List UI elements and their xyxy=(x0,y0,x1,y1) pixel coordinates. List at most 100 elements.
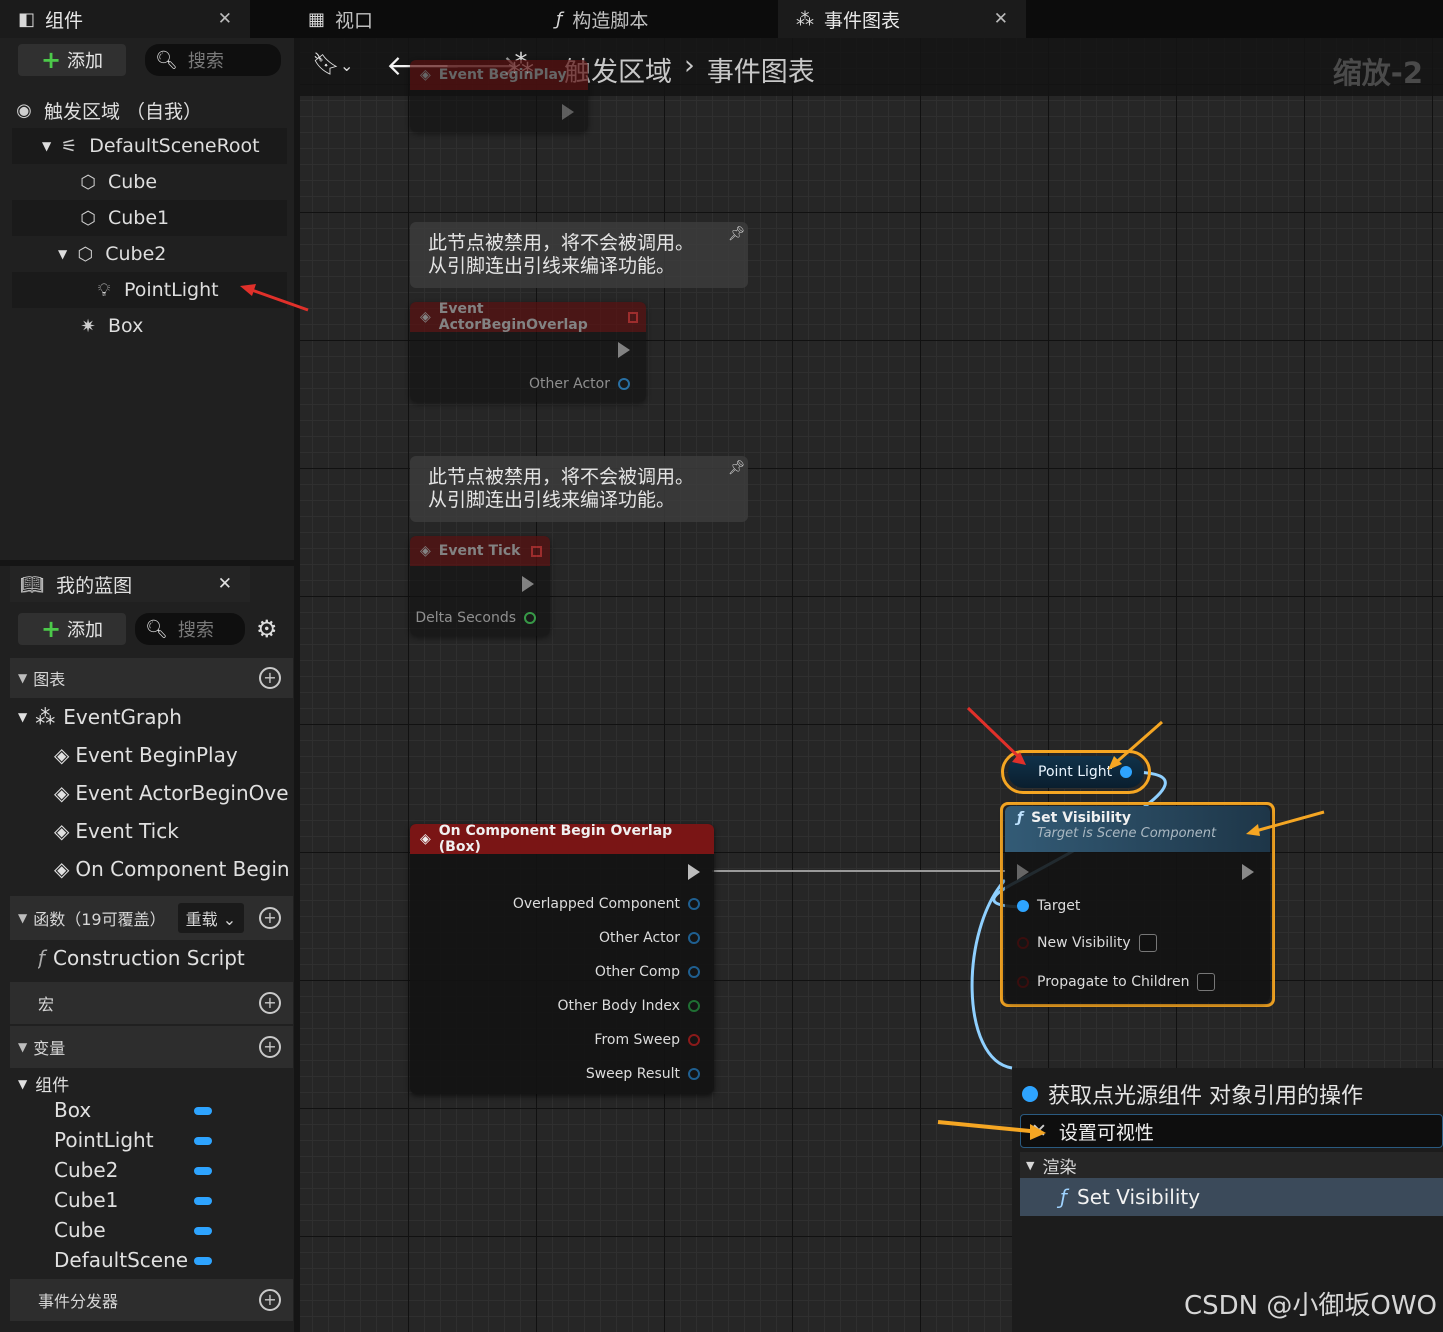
close-icon[interactable]: ✕ xyxy=(994,9,1008,29)
category-rendering[interactable]: ▼ 渲染 xyxy=(1020,1152,1443,1178)
node-on-component-begin-overlap[interactable]: ◈ On Component Begin Overlap (Box) Overla… xyxy=(410,823,714,1094)
action-search-input[interactable]: ✕ 设置可视性 xyxy=(1020,1114,1443,1148)
variable-item[interactable]: Cube xyxy=(54,1218,189,1242)
section-variables[interactable]: ▼ 变量 + xyxy=(10,1026,293,1068)
add-macro-icon[interactable]: + xyxy=(259,992,281,1014)
bookmark-icon[interactable]: 🔖︎ xyxy=(312,52,340,77)
breadcrumb: 触发区域 › 事件图表 xyxy=(564,50,815,89)
override-dropdown[interactable]: 重载 ⌄ xyxy=(177,903,245,933)
variables-components-group[interactable]: ▼ 组件 xyxy=(18,1071,69,1096)
node-set-visibility[interactable]: ƒ Set Visibility Target is Scene Componen… xyxy=(1005,806,1270,1002)
event-diamond-icon: ◈ xyxy=(54,743,70,767)
chevron-down-icon[interactable]: ⌄ xyxy=(340,56,353,75)
breadcrumb-leaf[interactable]: 事件图表 xyxy=(707,50,815,89)
variable-item[interactable]: Box xyxy=(54,1098,189,1122)
bool-pin[interactable] xyxy=(688,1034,700,1046)
close-icon[interactable]: ✕ xyxy=(218,574,232,594)
struct-pin[interactable] xyxy=(688,1068,700,1080)
exec-in-pin[interactable] xyxy=(1017,864,1029,880)
tab-construction-script[interactable]: ƒ 构造脚本 xyxy=(538,0,758,38)
construction-script-item[interactable]: ƒ Construction Script xyxy=(38,946,245,970)
tree-item-cube2[interactable]: ▼ ⬡ Cube2 xyxy=(12,236,287,272)
variable-item[interactable]: DefaultSceneR xyxy=(54,1248,189,1272)
new-visibility-checkbox[interactable] xyxy=(1138,934,1157,952)
exec-out-pin[interactable] xyxy=(562,104,574,120)
exec-out-pin[interactable] xyxy=(522,576,534,592)
add-function-icon[interactable]: + xyxy=(259,907,281,929)
chevron-down-icon: ⌄ xyxy=(222,910,237,929)
event-item-component-begin-overlap[interactable]: ◈ On Component Begin O xyxy=(54,857,290,881)
variable-item[interactable]: PointLight xyxy=(54,1128,189,1152)
add-blueprint-item-button[interactable]: + 添加 xyxy=(18,613,126,645)
event-item-tick[interactable]: ◈ Event Tick xyxy=(54,819,290,843)
object-reference-pill-icon xyxy=(194,1167,212,1175)
cube-icon: ⬡ xyxy=(80,171,96,193)
object-pin[interactable] xyxy=(688,932,700,944)
book-icon: 📖︎ xyxy=(20,573,45,596)
settings-gear-icon[interactable]: ⚙ xyxy=(256,615,278,643)
node-event-tick[interactable]: ◈ Event Tick Delta Seconds xyxy=(410,536,550,636)
pin-icon[interactable]: 📌︎ xyxy=(728,226,746,242)
blueprint-search-input[interactable]: 🔍︎ 搜索 xyxy=(135,613,245,645)
variable-item[interactable]: Cube1 xyxy=(54,1188,189,1212)
propagate-checkbox[interactable] xyxy=(1197,973,1216,991)
section-functions[interactable]: ▼ 函数（19可覆盖） 重载 ⌄ + xyxy=(10,896,293,940)
close-icon[interactable]: ✕ xyxy=(218,9,232,29)
my-blueprint-tab[interactable]: 📖︎ 我的蓝图 ✕ xyxy=(10,566,250,602)
tab-viewport[interactable]: ▦ 视口 xyxy=(290,0,490,38)
node-point-light-getter[interactable]: Point Light xyxy=(1008,756,1144,788)
float-pin[interactable] xyxy=(524,612,536,624)
tree-item-pointlight[interactable]: 💡︎ PointLight xyxy=(12,272,287,308)
node-event-actorbeginoverlap[interactable]: ◈ Event ActorBeginOverlap Other Actor xyxy=(410,301,646,402)
tree-item-cube[interactable]: ⬡ Cube xyxy=(12,164,287,200)
add-dispatcher-icon[interactable]: + xyxy=(259,1289,281,1311)
components-search-input[interactable]: 🔍︎ 搜索 xyxy=(145,44,281,76)
object-out-pin[interactable] xyxy=(1120,766,1133,778)
disabled-comment: 此节点被禁用，将不会被调用。 从引脚连出引线来编译功能。 xyxy=(410,222,748,288)
tree-root-self[interactable]: ◉ 触发区域 （自我） xyxy=(12,92,287,128)
section-macros[interactable]: 宏 + xyxy=(10,982,293,1024)
add-variable-icon[interactable]: + xyxy=(259,1036,281,1058)
tab-event-graph[interactable]: ⁂ 事件图表 ✕ xyxy=(778,0,1026,38)
delegate-pin-icon[interactable] xyxy=(531,545,542,557)
target-pin[interactable] xyxy=(1017,900,1029,912)
action-result-set-visibility[interactable]: ƒ Set Visibility xyxy=(1020,1178,1443,1216)
section-event-dispatchers[interactable]: 事件分发器 + xyxy=(10,1279,293,1321)
tree-item-box[interactable]: ✷ Box xyxy=(12,308,287,344)
components-panel: + 添加 🔍︎ 搜索 ◉ 触发区域 （自我） ▼ ⚟ DefaultSceneR… xyxy=(0,38,294,560)
tree-item-defaultsceneroot[interactable]: ▼ ⚟ DefaultSceneRoot xyxy=(12,128,287,164)
event-item-beginplay[interactable]: ◈ Event BeginPlay xyxy=(54,743,290,767)
object-pin[interactable] xyxy=(688,898,700,910)
tree-item-cube1[interactable]: ⬡ Cube1 xyxy=(12,200,287,236)
object-pin[interactable] xyxy=(688,966,700,978)
watermark: CSDN @小御坂OWO xyxy=(1183,1291,1437,1321)
search-icon: 🔍︎ xyxy=(145,618,168,640)
object-pin[interactable] xyxy=(618,378,630,390)
node-event-beginplay[interactable]: ◈ Event BeginPlay xyxy=(410,60,588,132)
int-pin[interactable] xyxy=(688,1000,700,1012)
zoom-label: 缩放-2 xyxy=(1332,56,1423,90)
collapse-arrow-icon: ▼ xyxy=(18,1040,28,1054)
add-component-button[interactable]: + 添加 xyxy=(18,44,126,76)
exec-out-pin[interactable] xyxy=(618,342,630,358)
add-graph-icon[interactable]: + xyxy=(259,667,281,689)
object-pin-icon xyxy=(1022,1086,1038,1102)
function-icon: ƒ xyxy=(1017,810,1024,826)
exec-out-pin[interactable] xyxy=(1242,864,1254,880)
tab-components[interactable]: ◧ 组件 ✕ xyxy=(0,0,250,38)
bool-pin[interactable] xyxy=(1017,937,1029,949)
pin-label: Other Comp xyxy=(594,964,680,980)
expand-arrow-icon: ▼ xyxy=(18,1076,28,1091)
event-item-actorbeginoverlap[interactable]: ◈ Event ActorBeginOverla xyxy=(54,781,290,805)
delegate-pin-icon[interactable] xyxy=(627,311,638,323)
pin-icon[interactable]: 📌︎ xyxy=(728,460,746,476)
bool-pin[interactable] xyxy=(1017,976,1029,988)
event-graph-item[interactable]: ▼ ⁂ EventGraph xyxy=(18,705,182,729)
actor-icon: ◉ xyxy=(16,99,32,121)
clear-icon[interactable]: ✕ xyxy=(1031,1120,1047,1142)
pin-label: Other Actor xyxy=(598,930,680,946)
variable-item[interactable]: Cube2 xyxy=(54,1158,189,1182)
section-graphs[interactable]: ▼ 图表 + xyxy=(10,658,293,698)
my-blueprint-panel: 📖︎ 我的蓝图 ✕ + 添加 🔍︎ 搜索 ⚙ ▼ 图表 + ▼ ⁂ EventG… xyxy=(0,566,294,1332)
exec-out-pin[interactable] xyxy=(688,864,700,880)
